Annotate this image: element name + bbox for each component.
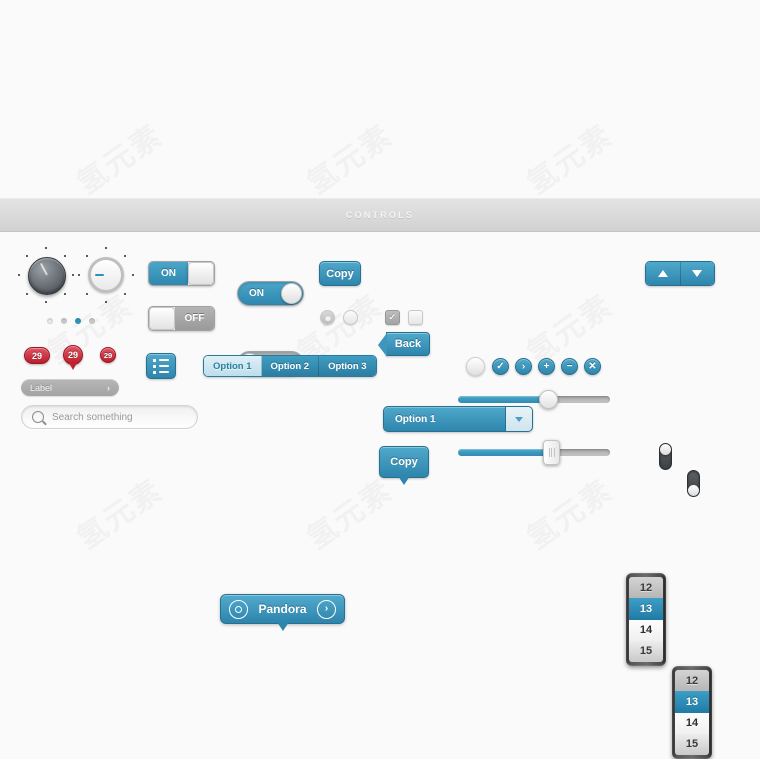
picker-right[interactable]: 12 13 14 15 <box>672 666 712 759</box>
stepper-down-button[interactable] <box>680 262 714 285</box>
check-icon: ✓ <box>388 311 397 323</box>
radio-unselected[interactable] <box>343 310 358 325</box>
slider-grip[interactable] <box>458 440 610 465</box>
segment-option-2[interactable]: Option 2 <box>261 356 320 376</box>
picker-row[interactable]: 12 <box>629 577 663 599</box>
blank-circle-button[interactable] <box>466 357 485 376</box>
pandora-button[interactable]: Pandora › <box>220 594 345 631</box>
minus-circle-button[interactable]: − <box>561 358 578 375</box>
light-knob-dial[interactable] <box>88 257 124 293</box>
switch-off-track: OFF <box>175 307 214 330</box>
chevron-down-icon <box>515 416 523 422</box>
picker-row[interactable]: 12 <box>675 670 709 692</box>
label-pill[interactable]: Label › <box>21 379 119 396</box>
switch-rect-off[interactable]: OFF <box>148 306 215 331</box>
picker-row-selected[interactable]: 13 <box>675 691 709 713</box>
page-dot[interactable] <box>61 318 67 324</box>
triangle-down-icon <box>692 270 703 277</box>
copy-tooltip-button[interactable]: Copy <box>379 446 429 485</box>
rocker-switch-bottom[interactable] <box>687 470 700 497</box>
light-knob[interactable] <box>78 247 134 303</box>
checkbox-checked[interactable]: ✓ <box>385 310 400 325</box>
badge-pin: 29 <box>63 345 83 370</box>
segment-option-1[interactable]: Option 1 <box>204 356 262 376</box>
rocker-knob[interactable] <box>688 485 699 496</box>
switch-on-track: ON <box>149 262 188 285</box>
rocker-knob[interactable] <box>660 444 671 455</box>
list-icon <box>153 358 169 374</box>
search-placeholder: Search something <box>52 411 133 423</box>
picker-row[interactable]: 14 <box>675 712 709 734</box>
picker-left[interactable]: 12 13 14 15 <box>626 573 666 666</box>
plus-circle-button[interactable]: + <box>538 358 555 375</box>
section-header: CONTROLS <box>0 198 760 232</box>
location-pin-icon <box>229 599 248 619</box>
next-circle-button[interactable]: › <box>515 358 532 375</box>
page-dots[interactable] <box>47 318 95 324</box>
page-dot-active[interactable] <box>75 318 81 324</box>
search-icon <box>32 411 44 423</box>
switch-rect-on[interactable]: ON <box>148 261 215 286</box>
switch-label: OFF <box>184 313 205 324</box>
chevron-right-icon[interactable]: › <box>316 599 336 619</box>
checkbox-unchecked[interactable] <box>408 310 423 325</box>
picker-row[interactable]: 15 <box>675 733 709 755</box>
radio-selected[interactable] <box>320 310 335 325</box>
switch-knob[interactable] <box>188 262 214 285</box>
slider-handle[interactable] <box>538 390 558 409</box>
dark-knob[interactable] <box>18 247 74 303</box>
slider-round[interactable] <box>458 390 610 409</box>
copy-button[interactable]: Copy <box>319 261 361 286</box>
close-circle-button[interactable]: ✕ <box>584 358 601 375</box>
picker-row[interactable]: 14 <box>629 619 663 641</box>
back-button[interactable]: Back <box>378 332 430 357</box>
picker-row[interactable]: 15 <box>629 640 663 662</box>
stepper-up-button[interactable] <box>646 262 681 285</box>
list-button[interactable] <box>146 353 176 379</box>
slider-handle[interactable] <box>543 440 561 465</box>
badge-circle: 29 <box>100 347 116 363</box>
check-circle-button[interactable]: ✓ <box>492 358 509 375</box>
switch-pill-on[interactable]: ON <box>237 281 304 306</box>
stepper-control[interactable] <box>645 261 715 286</box>
switch-knob[interactable] <box>281 283 302 304</box>
label-pill-text: Label <box>30 382 53 393</box>
dark-knob-dial[interactable] <box>28 257 66 295</box>
segmented-control[interactable]: Option 1 Option 2 Option 3 <box>203 355 377 377</box>
page-dot[interactable] <box>47 318 53 324</box>
switch-label: ON <box>249 288 264 299</box>
slider-fill <box>458 449 553 456</box>
badge-rect: 29 <box>24 347 50 364</box>
chevron-right-icon: › <box>107 382 110 393</box>
search-field[interactable]: Search something <box>21 405 198 429</box>
rocker-switch-top[interactable] <box>659 443 672 470</box>
dropdown-select[interactable]: Option 1 <box>383 406 533 432</box>
dropdown-value: Option 1 <box>395 413 436 425</box>
page-dot[interactable] <box>89 318 95 324</box>
triangle-up-icon <box>657 270 668 277</box>
pandora-label: Pandora <box>258 602 307 616</box>
segment-option-3[interactable]: Option 3 <box>319 356 376 376</box>
switch-knob[interactable] <box>149 307 175 330</box>
switch-label: ON <box>161 268 176 279</box>
dropdown-arrow-button[interactable] <box>505 407 532 431</box>
page-title: CONTROLS <box>345 210 415 220</box>
picker-row-selected[interactable]: 13 <box>629 598 663 620</box>
